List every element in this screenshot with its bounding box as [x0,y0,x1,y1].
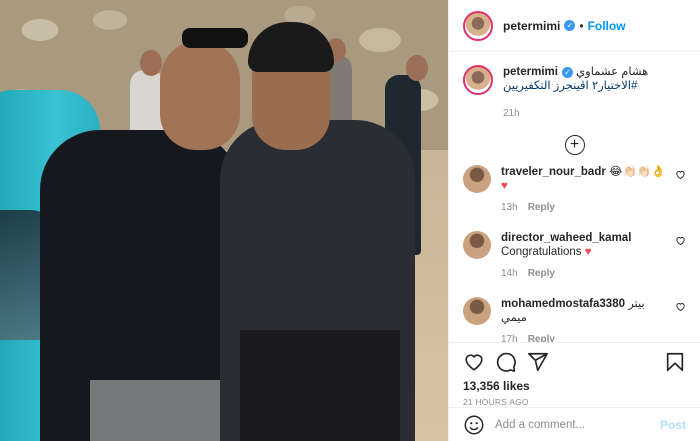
load-more-comments-button[interactable]: + [564,135,585,155]
man-left-head [160,40,240,150]
verified-icon: ✓ [564,20,576,31]
comment: traveler_nour_badr 😂👏🏻👏🏻👌 ♥ 13h Reply [463,165,686,215]
background-person-head [406,55,428,81]
author-avatar[interactable] [463,10,493,41]
caption-time[interactable]: 21h [503,107,686,121]
comment: director_waheed_kamal Congratulations ♥ … [463,231,686,281]
caption-text: هشام عشماوي [576,66,649,78]
comment-username[interactable]: mohamedmostafa3380 [501,298,625,310]
likes-count[interactable]: 13,356 likes [449,373,700,393]
separator-dot: • [579,18,584,33]
posted-time[interactable]: 21 HOURS AGO [449,393,700,407]
caption-avatar[interactable] [463,65,493,95]
comment-like-icon[interactable] [675,301,686,315]
comment-username[interactable]: director_waheed_kamal [501,232,631,244]
comment-body: traveler_nour_badr 😂👏🏻👏🏻👌 ♥ 13h Reply [501,165,686,215]
comment-body: director_waheed_kamal Congratulations ♥ … [501,231,686,281]
post-header: petermimi ✓ • Follow [449,0,700,52]
comment-time[interactable]: 13h [501,202,518,213]
share-icon[interactable] [527,351,549,373]
instagram-post: petermimi ✓ • Follow petermimi ✓ هشام عشم… [0,0,700,441]
comment-heart-emoji: ♥ [501,180,508,192]
man-right-pants [240,330,400,441]
background-person-head [140,50,162,76]
commenter-avatar[interactable] [463,165,491,193]
post-side-panel: petermimi ✓ • Follow petermimi ✓ هشام عشم… [448,0,700,441]
post-comment-button[interactable]: Post [660,418,686,432]
man-left-pants [90,380,230,441]
add-comment-input[interactable] [495,418,660,431]
sunglasses [182,28,248,48]
comment-icon[interactable] [495,351,517,373]
comment-time[interactable]: 14h [501,268,518,279]
caption-username[interactable]: petermimi [503,66,558,78]
verified-icon: ✓ [561,67,573,78]
comment-time[interactable]: 17h [501,334,518,342]
comment-like-icon[interactable] [675,235,686,249]
reply-button[interactable]: Reply [528,268,555,279]
post-actions: 13,356 likes 21 HOURS AGO Post [449,342,700,441]
post-photo[interactable] [0,0,448,441]
caption-body: petermimi ✓ هشام عشماوي #الاختيار٢ اڤينجر… [503,65,686,121]
follow-button[interactable]: Follow [588,19,626,33]
comment-like-icon[interactable] [675,169,686,183]
commenter-avatar[interactable] [463,297,491,325]
caption: petermimi ✓ هشام عشماوي #الاختيار٢ اڤينجر… [463,65,686,121]
comment-text: 😂👏🏻👏🏻👌 [609,166,666,178]
reply-button[interactable]: Reply [528,202,555,213]
comments-scroll-area[interactable]: petermimi ✓ هشام عشماوي #الاختيار٢ اڤينجر… [449,53,700,342]
comment-username[interactable]: traveler_nour_badr [501,166,606,178]
bookmark-icon[interactable] [664,351,686,373]
heart-icon[interactable] [463,351,485,373]
action-icons [449,343,700,373]
add-comment-bar: Post [449,407,700,441]
commenter-avatar[interactable] [463,231,491,259]
caption-hashtag[interactable]: #الاختيار٢ اڤينجرز التكفيريين [503,79,686,93]
comment-heart-emoji: ♥ [584,246,592,258]
comment-body: mohamedmostafa3380 بيتر ميمي 17h Reply [501,297,686,342]
author-username[interactable]: petermimi [503,19,560,33]
comment: mohamedmostafa3380 بيتر ميمي 17h Reply [463,297,686,342]
comment-text: Congratulations [501,246,582,258]
smiley-icon[interactable] [463,414,485,436]
reply-button[interactable]: Reply [528,334,555,342]
